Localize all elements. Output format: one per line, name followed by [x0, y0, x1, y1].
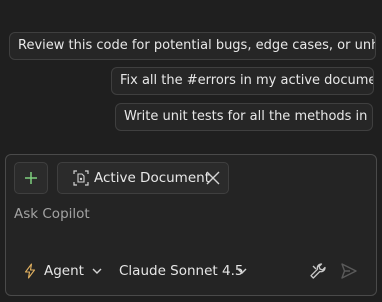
mode-label: Agent — [44, 263, 84, 279]
suggestion-fix-errors[interactable]: Fix all the #errors in my active documen… — [111, 67, 374, 95]
chat-input-field[interactable]: Ask Copilot — [14, 206, 90, 222]
suggestion-write-tests[interactable]: Write unit tests for all the methods in … — [115, 103, 373, 131]
lightning-icon — [24, 263, 36, 279]
wrench-icon[interactable] — [308, 261, 328, 281]
send-icon[interactable] — [339, 261, 359, 281]
active-document-chip[interactable]: Active Document — [57, 162, 229, 194]
plus-icon — [25, 172, 37, 184]
active-document-label: Active Document — [94, 170, 210, 186]
add-context-button[interactable] — [14, 162, 48, 194]
model-label: Claude Sonnet 4.5 — [119, 263, 244, 279]
chevron-down-icon — [237, 268, 247, 274]
suggestion-review-code[interactable]: Review this code for potential bugs, edg… — [9, 32, 376, 60]
close-icon[interactable] — [205, 170, 221, 186]
copilot-chat-panel: Review this code for potential bugs, edg… — [0, 0, 382, 302]
suggestion-list: Review this code for potential bugs, edg… — [0, 0, 382, 140]
mode-picker[interactable]: Agent — [22, 259, 106, 283]
model-picker[interactable]: Claude Sonnet 4.5 — [119, 259, 255, 283]
chat-input-box: Active Document Ask Copilot Agent Claude… — [5, 154, 377, 296]
chevron-down-icon — [92, 268, 102, 274]
document-reference-icon — [73, 170, 89, 186]
